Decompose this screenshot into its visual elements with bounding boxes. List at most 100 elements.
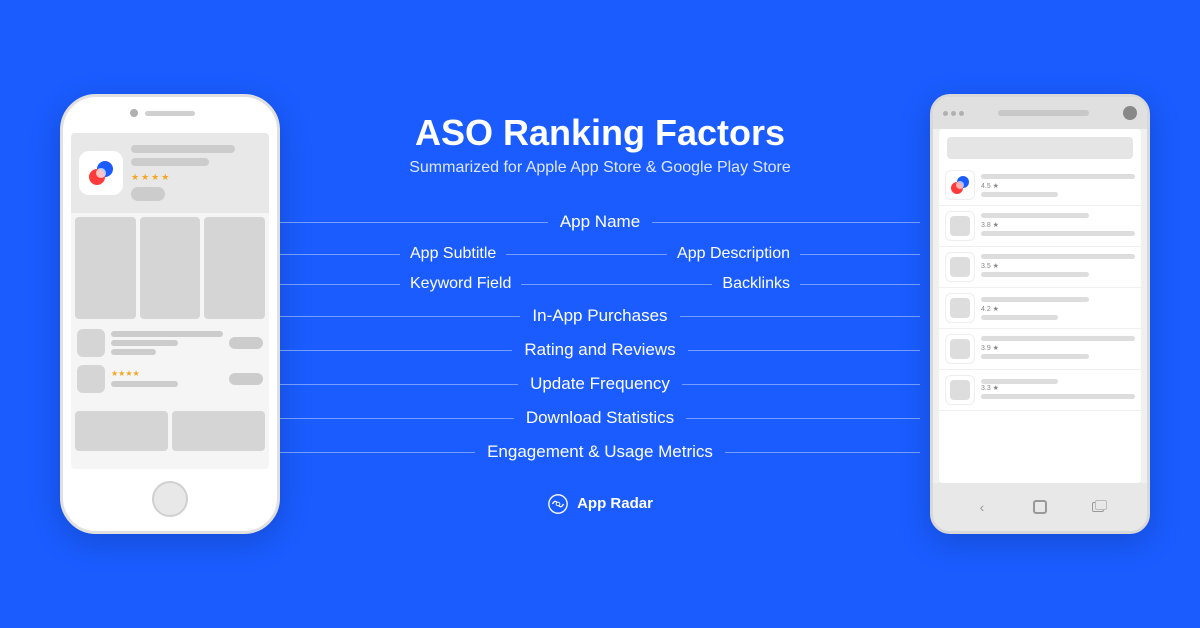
screenshot-2	[140, 217, 201, 319]
app-info-left: ★ ★ ★ ★	[131, 145, 261, 201]
detail-btn-2	[229, 373, 263, 385]
screen-left: ★ ★ ★ ★	[71, 133, 269, 469]
screenshot-3	[204, 217, 265, 319]
brand-footer: App Radar	[400, 493, 800, 515]
android-bar-4	[981, 297, 1089, 302]
home-button	[152, 481, 188, 517]
android-list-item-6: 3.3 ★	[939, 370, 1141, 411]
android-list-item-3: 3.5 ★	[939, 247, 1141, 288]
page-title: ASO Ranking Factors	[400, 113, 800, 153]
app-name-bar	[131, 145, 235, 153]
screenshots-section	[71, 213, 269, 323]
android-app-icon-3	[945, 252, 975, 282]
bottom-screen-1	[75, 411, 168, 451]
main-container: ★ ★ ★ ★	[0, 0, 1200, 628]
star: ★	[161, 172, 169, 183]
detail-bar	[111, 331, 223, 337]
android-list-item-4: 4.2 ★	[939, 288, 1141, 329]
android-list-item-5: 3.9 ★	[939, 329, 1141, 370]
android-app-icon-6	[945, 375, 975, 405]
app-header-left: ★ ★ ★ ★	[71, 133, 269, 213]
app-radar-logo	[547, 493, 569, 515]
android-dot-2	[951, 111, 956, 116]
android-dot-1	[943, 111, 948, 116]
android-home-btn	[1031, 501, 1049, 513]
android-app-icon-4	[945, 293, 975, 323]
android-item-info-6: 3.3 ★	[981, 379, 1135, 402]
android-item-info-2: 3.8 ★	[981, 213, 1135, 239]
detail-btn	[229, 337, 263, 349]
speaker-left	[145, 111, 195, 116]
factor-update-frequency: Update Frequency	[400, 367, 800, 401]
android-item-info-1: 4.5 ★	[981, 174, 1135, 197]
factor-download-statistics: Download Statistics	[400, 401, 800, 435]
factor-subtitle-desc: App Subtitle App Description	[400, 239, 800, 269]
android-app-icon-5	[945, 334, 975, 364]
app-icon-left	[79, 151, 123, 195]
factor-engagement-metrics: Engagement & Usage Metrics	[400, 435, 800, 469]
iphone-mockup-left: ★ ★ ★ ★	[60, 94, 280, 534]
android-top-bar	[933, 97, 1147, 129]
android-back-btn: ‹	[973, 501, 991, 513]
app-name-bar-2	[131, 158, 209, 166]
factor-app-name: App Name	[400, 205, 800, 239]
detail-row-2: ★★★★	[77, 365, 263, 393]
android-screen: 4.5 ★ 3.8 ★	[939, 129, 1141, 483]
android-bar-5b	[981, 354, 1089, 359]
detail-icon-2	[77, 365, 105, 393]
android-dots	[943, 111, 964, 116]
android-rating-1: 4.5 ★	[981, 182, 1135, 190]
android-bar	[981, 174, 1135, 179]
get-button-mockup	[131, 187, 165, 201]
page-subtitle: Summarized for Apple App Store & Google …	[400, 159, 800, 177]
detail-info-2: ★★★★	[111, 369, 223, 390]
factor-two-col-1: App Subtitle App Description	[400, 242, 800, 266]
android-item-info-3: 3.5 ★	[981, 254, 1135, 280]
detail-icon-1	[77, 329, 105, 357]
app-details-section: ★★★★	[71, 323, 269, 407]
android-bar-2b	[981, 231, 1135, 236]
android-list-item-1: 4.5 ★	[939, 165, 1141, 206]
android-rating-3: 3.5 ★	[981, 262, 1135, 270]
android-bar-6b	[981, 394, 1135, 399]
star: ★	[151, 172, 159, 183]
android-rating-6: 3.3 ★	[981, 384, 1135, 392]
android-dot-3	[959, 111, 964, 116]
screenshot-1	[75, 217, 136, 319]
android-bottom-bar: ‹	[933, 483, 1147, 531]
android-bar-2	[981, 213, 1089, 218]
bottom-screen-2	[172, 411, 265, 451]
android-bar-short	[981, 192, 1058, 197]
android-app-icon-2	[945, 211, 975, 241]
stars-row-left: ★ ★ ★ ★	[131, 172, 261, 183]
android-search-bar	[947, 137, 1133, 159]
android-bar-3	[981, 254, 1135, 259]
android-rating-2: 3.8 ★	[981, 221, 1135, 229]
center-content: ASO Ranking Factors Summarized for Apple…	[400, 113, 800, 515]
star: ★	[141, 172, 149, 183]
android-rating-4: 4.2 ★	[981, 305, 1135, 313]
phone-body-right: 4.5 ★ 3.8 ★	[930, 94, 1150, 534]
detail-bar-2	[111, 381, 178, 387]
brand-name: App Radar	[577, 495, 653, 512]
android-bar-3b	[981, 272, 1089, 277]
android-rating-5: 3.9 ★	[981, 344, 1135, 352]
bottom-screens	[71, 407, 269, 455]
android-camera	[1123, 106, 1137, 120]
android-bar-5	[981, 336, 1135, 341]
android-item-info-5: 3.9 ★	[981, 336, 1135, 362]
detail-info-1	[111, 331, 223, 355]
phone-body-left: ★ ★ ★ ★	[60, 94, 280, 534]
android-item-info-4: 4.2 ★	[981, 297, 1135, 320]
factor-keyword-backlinks: Keyword Field Backlinks	[400, 269, 800, 299]
android-recents-btn	[1089, 501, 1107, 513]
android-app-icon-1	[945, 170, 975, 200]
detail-row-1	[77, 329, 263, 357]
android-mockup-right: 4.5 ★ 3.8 ★	[930, 94, 1150, 534]
factor-in-app-purchases: In-App Purchases	[400, 299, 800, 333]
star: ★	[131, 172, 139, 183]
camera-left	[130, 109, 138, 117]
factor-rating-reviews: Rating and Reviews	[400, 333, 800, 367]
detail-bar-tiny	[111, 349, 156, 355]
android-list-item-2: 3.8 ★	[939, 206, 1141, 247]
